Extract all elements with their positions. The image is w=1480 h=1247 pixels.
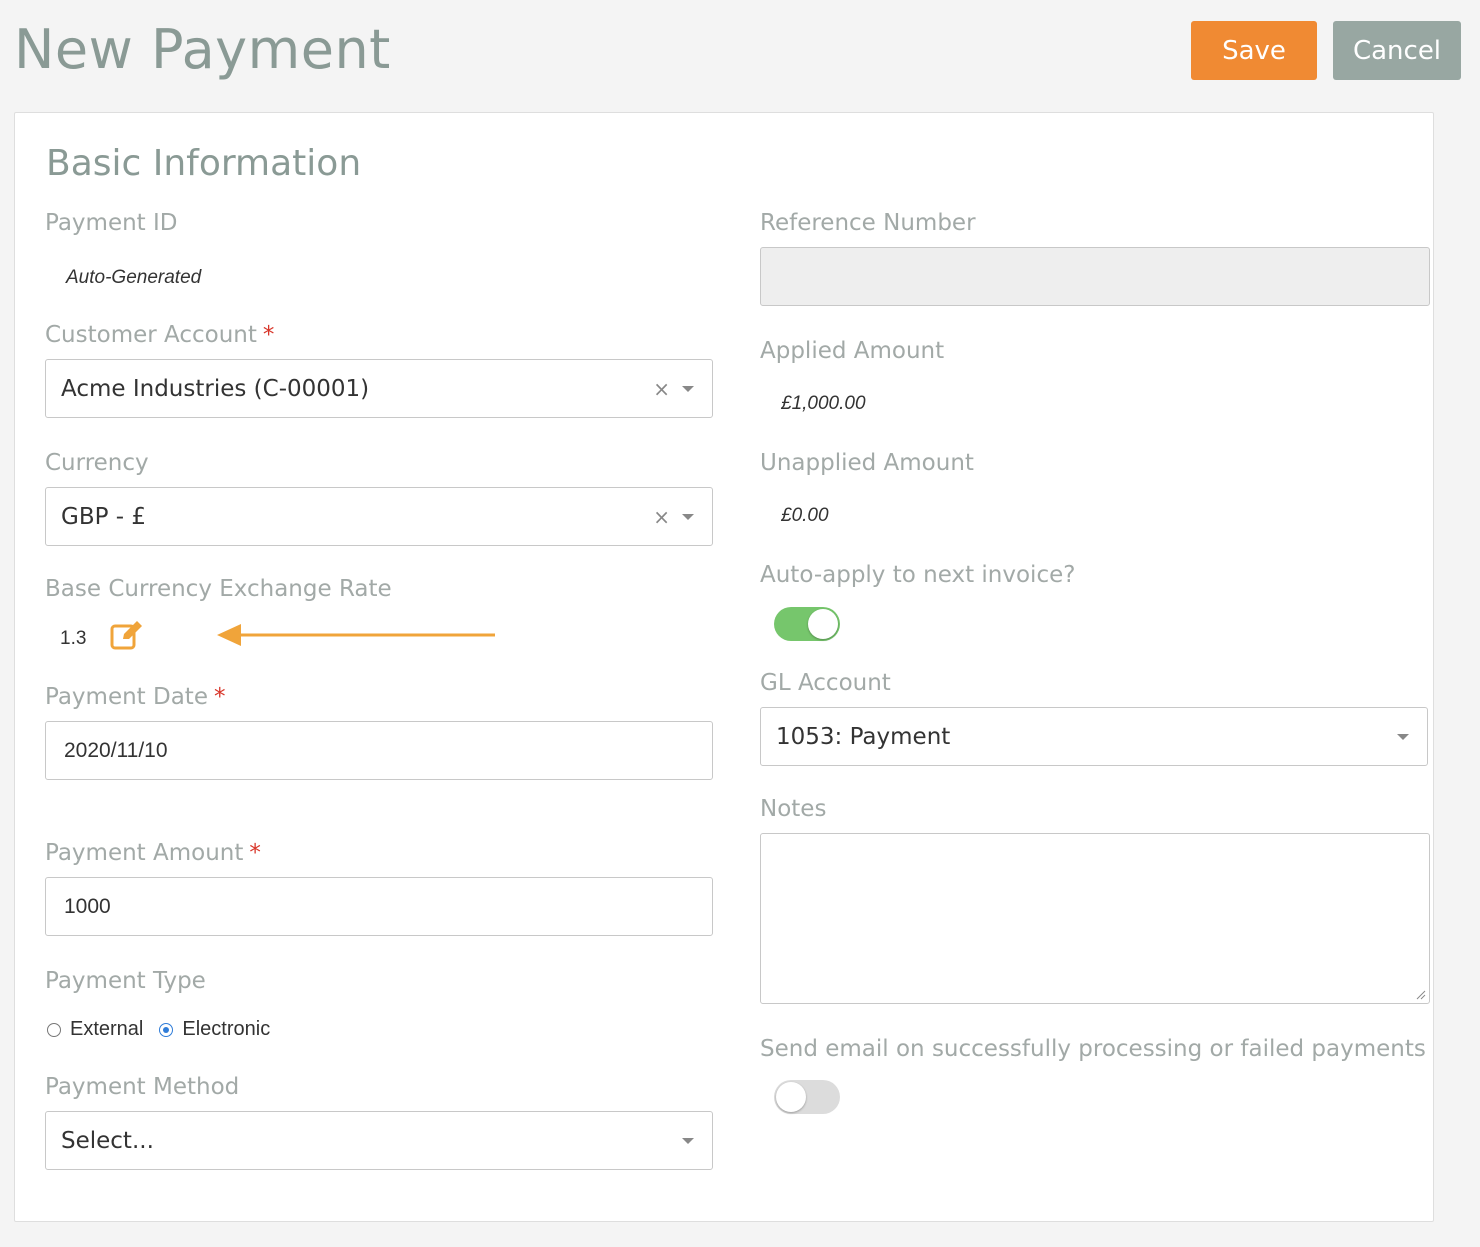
resize-handle-icon[interactable] xyxy=(1414,988,1426,1000)
gl-account-value: 1053: Payment xyxy=(776,723,951,750)
payment-method-select[interactable]: Select... xyxy=(45,1111,713,1170)
cancel-button[interactable]: Cancel xyxy=(1333,21,1461,80)
unapplied-amount-label: Unapplied Amount xyxy=(760,450,974,476)
payment-method-value: Select... xyxy=(61,1127,154,1154)
payment-amount-input[interactable]: 1000 xyxy=(45,877,713,936)
currency-label: Currency xyxy=(45,450,149,476)
radio-external-label[interactable]: External xyxy=(70,1018,143,1041)
radio-external[interactable] xyxy=(47,1022,61,1037)
required-marker: * xyxy=(262,322,275,348)
chevron-down-icon[interactable] xyxy=(682,1137,694,1144)
auto-apply-toggle[interactable] xyxy=(774,607,840,641)
payment-id-label: Payment ID xyxy=(45,210,178,236)
payment-date-label: Payment Date * xyxy=(45,684,225,710)
unapplied-amount-value: £0.00 xyxy=(781,505,829,526)
exchange-rate-value: 1.3 xyxy=(60,628,87,649)
edit-icon[interactable] xyxy=(110,619,146,653)
applied-amount-label: Applied Amount xyxy=(760,338,945,364)
applied-amount-value: £1,000.00 xyxy=(781,393,866,414)
notes-label: Notes xyxy=(760,796,827,822)
payment-method-label: Payment Method xyxy=(45,1074,240,1100)
payment-amount-label: Payment Amount * xyxy=(45,840,261,866)
radio-electronic-label[interactable]: Electronic xyxy=(182,1018,270,1041)
arrow-left-icon xyxy=(217,624,495,646)
payment-amount-label-text: Payment Amount xyxy=(45,840,244,866)
chevron-down-icon[interactable] xyxy=(682,513,694,520)
clear-icon[interactable]: × xyxy=(653,505,670,529)
gl-account-select[interactable]: 1053: Payment xyxy=(760,707,1428,766)
page-title: New Payment xyxy=(14,18,391,81)
payment-id-value: Auto-Generated xyxy=(66,267,202,288)
notes-textarea[interactable] xyxy=(760,833,1430,1004)
chevron-down-icon[interactable] xyxy=(1397,733,1409,740)
currency-value: GBP - £ xyxy=(61,503,147,530)
payment-type-radio-group: External Electronic xyxy=(47,1018,270,1041)
customer-account-label: Customer Account * xyxy=(45,322,274,348)
customer-account-label-text: Customer Account xyxy=(45,322,257,348)
auto-apply-label: Auto-apply to next invoice? xyxy=(760,562,1076,588)
reference-number-label: Reference Number xyxy=(760,210,976,236)
chevron-down-icon[interactable] xyxy=(682,385,694,392)
exchange-rate-label: Base Currency Exchange Rate xyxy=(45,576,392,602)
save-button[interactable]: Save xyxy=(1191,21,1317,80)
customer-account-value: Acme Industries (C-00001) xyxy=(61,375,370,402)
basic-information-panel: Basic Information Payment ID Auto-Genera… xyxy=(14,112,1434,1222)
required-marker: * xyxy=(249,840,261,866)
gl-account-label: GL Account xyxy=(760,670,891,696)
payment-type-label: Payment Type xyxy=(45,968,206,994)
send-email-toggle[interactable] xyxy=(774,1080,840,1114)
send-email-label: Send email on successfully processing or… xyxy=(760,1036,1426,1062)
toggle-knob xyxy=(776,1082,806,1112)
toggle-knob xyxy=(808,609,838,639)
radio-electronic[interactable] xyxy=(159,1022,174,1037)
reference-number-input[interactable] xyxy=(760,247,1430,306)
payment-date-input[interactable]: 2020/11/10 xyxy=(45,721,713,780)
section-title: Basic Information xyxy=(46,143,362,184)
customer-account-select[interactable]: Acme Industries (C-00001) × xyxy=(45,359,713,418)
payment-date-label-text: Payment Date xyxy=(45,684,208,710)
currency-select[interactable]: GBP - £ × xyxy=(45,487,713,546)
clear-icon[interactable]: × xyxy=(653,377,670,401)
required-marker: * xyxy=(213,684,226,710)
